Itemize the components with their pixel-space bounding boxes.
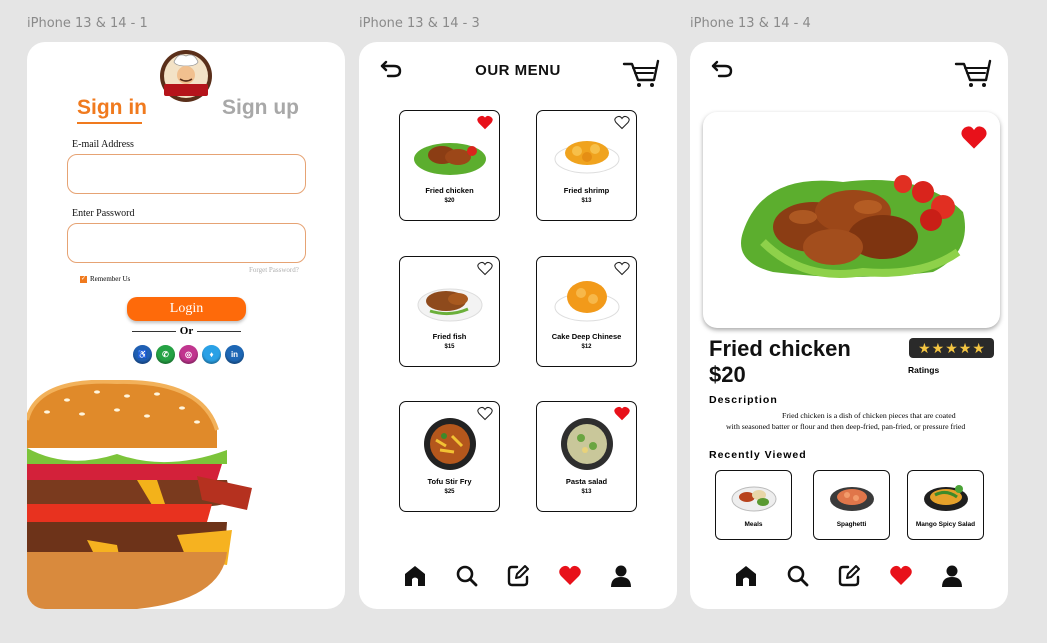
recent-item-mango-spicy-salad[interactable]: Mango Spicy Salad (907, 470, 984, 540)
dish-price: $20 (709, 362, 746, 387)
whatsapp-icon[interactable]: ✆ (156, 345, 175, 364)
frame-label-1: iPhone 13 & 14 - 1 (27, 16, 148, 31)
menu-card[interactable]: Pasta salad $13 (536, 401, 637, 512)
login-screen: Sign in Sign up E-mail Address Enter Pas… (27, 42, 345, 609)
frame-label-3: iPhone 13 & 14 - 3 (359, 16, 480, 31)
favorites-icon[interactable] (558, 564, 582, 588)
home-icon[interactable] (403, 564, 427, 588)
favorite-heart-icon[interactable] (614, 406, 630, 421)
star-icon: ★ (972, 340, 985, 356)
menu-card[interactable]: Fried shrimp $13 (536, 110, 637, 221)
star-icon: ★ (918, 340, 931, 356)
search-icon[interactable] (455, 564, 479, 588)
card-price: $13 (581, 198, 592, 204)
favorite-heart-icon[interactable] (960, 124, 988, 150)
food-image (424, 418, 476, 470)
mango-salad-image (923, 485, 968, 511)
card-name: Fried fish (432, 332, 467, 341)
menu-card[interactable]: Tofu Stir Fry $25 (399, 401, 500, 512)
food-image (554, 281, 620, 322)
edit-icon[interactable] (506, 564, 530, 588)
divider-line-left (132, 330, 176, 332)
password-label: Enter Password (72, 208, 135, 219)
home-icon[interactable] (734, 564, 758, 588)
dish-hero-image (703, 112, 1000, 328)
email-label: E-mail Address (72, 139, 134, 150)
chef-logo (160, 50, 212, 102)
dish-name: Fried chicken (709, 336, 851, 361)
tab-sign-in[interactable]: Sign in (77, 96, 147, 120)
remember-label: Remember Us (90, 275, 131, 283)
food-image (554, 141, 620, 174)
search-icon[interactable] (786, 564, 810, 588)
favorite-heart-icon[interactable] (477, 115, 493, 130)
favorites-icon[interactable] (889, 564, 913, 588)
cart-icon[interactable] (954, 58, 992, 88)
food-image (417, 288, 483, 322)
star-icon: ★ (931, 340, 945, 356)
recent-item-spaghetti[interactable]: Spaghetti (813, 470, 890, 540)
food-image (414, 143, 486, 175)
card-name: Tofu Stir Fry (427, 477, 472, 486)
forgot-password-link[interactable]: Forget Password? (249, 266, 299, 274)
menu-screen: OUR MENU Fried chicken $20 Fried shrimp $13… (359, 42, 677, 609)
card-name: Fried chicken (425, 186, 474, 195)
tab-sign-up[interactable]: Sign up (222, 96, 299, 120)
recent-item-name: Meals (744, 521, 763, 528)
favorite-heart-icon[interactable] (477, 406, 493, 421)
burger-image (27, 380, 252, 609)
card-price: $15 (444, 344, 455, 350)
menu-card[interactable]: Fried fish $15 (399, 256, 500, 367)
accessibility-icon[interactable]: ♿ (133, 345, 152, 364)
email-field[interactable] (67, 154, 306, 194)
social-login-row: ♿ ✆ ◎ ♦ in (133, 345, 244, 364)
recent-item-meals[interactable]: Meals (715, 470, 792, 540)
menu-card[interactable]: Fried chicken $20 (399, 110, 500, 221)
menu-card[interactable]: Cake Deep Chinese $12 (536, 256, 637, 367)
star-icon: ★ (945, 340, 958, 356)
or-label: Or (179, 325, 194, 337)
recent-item-name: Spaghetti (836, 521, 867, 528)
favorite-heart-icon[interactable] (614, 261, 630, 276)
card-price: $20 (444, 198, 455, 204)
bottom-nav (403, 564, 633, 588)
card-name: Pasta salad (565, 477, 608, 486)
remember-checkbox[interactable]: ✓ (80, 275, 87, 283)
divider-line-right (197, 330, 242, 332)
card-price: $13 (581, 489, 592, 495)
recently-viewed-heading: Recently Viewed (709, 449, 807, 461)
profile-icon[interactable] (940, 564, 964, 588)
linkedin-icon[interactable]: in (225, 345, 244, 364)
login-button[interactable]: Login (127, 297, 246, 321)
description-text: Fried chicken is a dish of chicken piece… (726, 411, 966, 431)
twitter-icon[interactable]: ♦ (202, 345, 221, 364)
edit-icon[interactable] (837, 564, 861, 588)
description-heading: Description (709, 394, 778, 406)
card-name: Cake Deep Chinese (551, 332, 622, 341)
recent-item-name: Mango Spicy Salad (915, 521, 976, 528)
back-icon[interactable] (710, 58, 734, 80)
profile-icon[interactable] (609, 564, 633, 588)
cart-icon[interactable] (622, 58, 660, 88)
card-name: Fried shrimp (563, 186, 610, 195)
card-price: $25 (444, 489, 455, 495)
ratings-label: Ratings (908, 365, 940, 375)
bottom-nav (734, 564, 964, 588)
frame-label-4: iPhone 13 & 14 - 4 (690, 16, 811, 31)
detail-screen: Fried chicken $20 ★ ★ ★ ★ ★ Ratings Desc… (690, 42, 1008, 609)
or-divider: Or (132, 325, 242, 337)
food-image (561, 418, 613, 470)
meals-image (731, 486, 776, 512)
active-tab-underline (77, 122, 142, 124)
remember-me[interactable]: ✓ Remember Us (80, 275, 130, 283)
instagram-icon[interactable]: ◎ (179, 345, 198, 364)
favorite-heart-icon[interactable] (614, 115, 630, 130)
card-price: $12 (581, 344, 592, 350)
star-icon: ★ (958, 340, 972, 356)
favorite-heart-icon[interactable] (477, 261, 493, 276)
password-field[interactable] (67, 223, 306, 263)
fried-chicken-image (741, 175, 965, 278)
spaghetti-image (829, 487, 874, 511)
rating-stars: ★ ★ ★ ★ ★ (909, 338, 994, 358)
